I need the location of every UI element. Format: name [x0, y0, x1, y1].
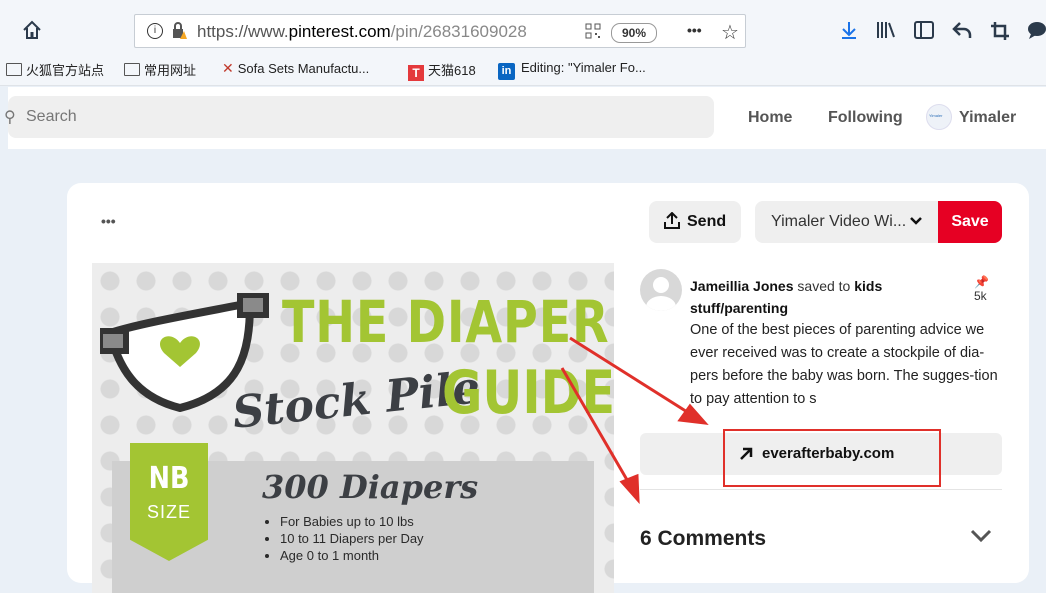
- pin-title-line2: GUIDE: [442, 358, 614, 428]
- library-icon[interactable]: [876, 21, 896, 44]
- pin-board-link-2[interactable]: stuff/parenting: [690, 300, 788, 316]
- pin-card: ••• Send Yimaler Video Wi... Save THE DI…: [67, 183, 1029, 593]
- pin-count: 📌 5k: [974, 275, 989, 303]
- browser-toolbar: i https://www.pinterest.com/pin/26831609…: [0, 0, 1046, 52]
- pin-image[interactable]: THE DIAPER Stock Pile GUIDE NB SIZE 300 …: [92, 263, 614, 593]
- zoom-badge[interactable]: 90%: [611, 23, 657, 43]
- size-badge: NB SIZE: [130, 443, 208, 561]
- bullet-item: For Babies up to 10 lbs: [280, 513, 424, 530]
- url-text[interactable]: https://www.pinterest.com/pin/2683160902…: [197, 22, 527, 42]
- save-button[interactable]: Save: [938, 201, 1002, 243]
- send-button[interactable]: Send: [649, 201, 741, 243]
- pin-attribution: Jameillia Jones saved to kids stuff/pare…: [690, 278, 883, 316]
- info-icon[interactable]: i: [147, 23, 163, 39]
- tmall-favicon: T: [408, 65, 424, 81]
- home-icon[interactable]: [22, 20, 42, 45]
- bookmarks-bar: 火狐官方站点 常用网址 ✕ Sofa Sets Manufactu... T 天猫6…: [0, 52, 1046, 86]
- bullet-item: Age 0 to 1 month: [280, 547, 424, 564]
- linkedin-favicon: in: [498, 63, 515, 80]
- board-dropdown[interactable]: Yimaler Video Wi...: [755, 201, 939, 243]
- url-bar[interactable]: i https://www.pinterest.com/pin/26831609…: [134, 14, 746, 48]
- bookmark-sofa-sets[interactable]: ✕ Sofa Sets Manufactu...: [222, 60, 369, 77]
- chat-icon[interactable]: [1026, 20, 1046, 45]
- bookmark-linkedin-editing[interactable]: in Editing: "Yimaler Fo...: [498, 60, 646, 80]
- more-options-icon[interactable]: •••: [101, 213, 116, 229]
- pin-board-link[interactable]: kids: [854, 278, 882, 294]
- avatar[interactable]: Yimaler: [926, 104, 952, 130]
- sidebar-icon[interactable]: [914, 21, 934, 44]
- pin-description: One of the best pieces of parenting advi…: [690, 322, 998, 407]
- user-avatar[interactable]: [640, 269, 682, 311]
- back-arrow-icon[interactable]: [952, 21, 972, 44]
- comments-header[interactable]: 6 Comments: [640, 527, 766, 551]
- bookmark-star-icon[interactable]: ☆: [721, 20, 739, 45]
- search-input[interactable]: ⚲ Search: [4, 96, 714, 138]
- pin-title-line1: THE DIAPER: [282, 288, 610, 356]
- download-icon[interactable]: [840, 20, 858, 45]
- search-placeholder: Search: [26, 108, 77, 125]
- nav-following[interactable]: Following: [828, 109, 903, 127]
- page-actions-icon[interactable]: •••: [687, 22, 702, 38]
- pinterest-header: ⚲ Search Home Following Yimaler Yimaler: [4, 87, 1046, 149]
- crop-icon[interactable]: [990, 21, 1010, 46]
- folder-icon: [124, 63, 140, 76]
- diaper-count: 300 Diapers: [262, 468, 479, 506]
- destination-highlight-box: [723, 429, 941, 487]
- divider: [640, 489, 1002, 490]
- bookmark-folder-common[interactable]: 常用网址: [124, 60, 196, 79]
- bookmark-folder-official[interactable]: 火狐官方站点: [6, 60, 104, 79]
- chevron-down-icon: [909, 214, 923, 232]
- pin-user[interactable]: Jameillia Jones: [690, 278, 794, 294]
- bullet-item: 10 to 11 Diapers per Day: [280, 530, 424, 547]
- nav-home[interactable]: Home: [748, 109, 792, 127]
- folder-icon: [6, 63, 22, 76]
- qr-code-icon[interactable]: [585, 23, 601, 44]
- sofa-favicon: ✕: [222, 60, 234, 76]
- search-icon: ⚲: [4, 109, 16, 126]
- bookmark-tmall[interactable]: T 天猫618: [408, 60, 476, 81]
- lock-warning-icon[interactable]: [171, 22, 187, 45]
- chevron-down-icon[interactable]: [970, 529, 992, 548]
- share-icon: [663, 211, 681, 235]
- pushpin-icon: 📌: [974, 275, 989, 289]
- nav-profile[interactable]: Yimaler: [959, 109, 1016, 127]
- size-bullets: For Babies up to 10 lbs 10 to 11 Diapers…: [270, 513, 424, 564]
